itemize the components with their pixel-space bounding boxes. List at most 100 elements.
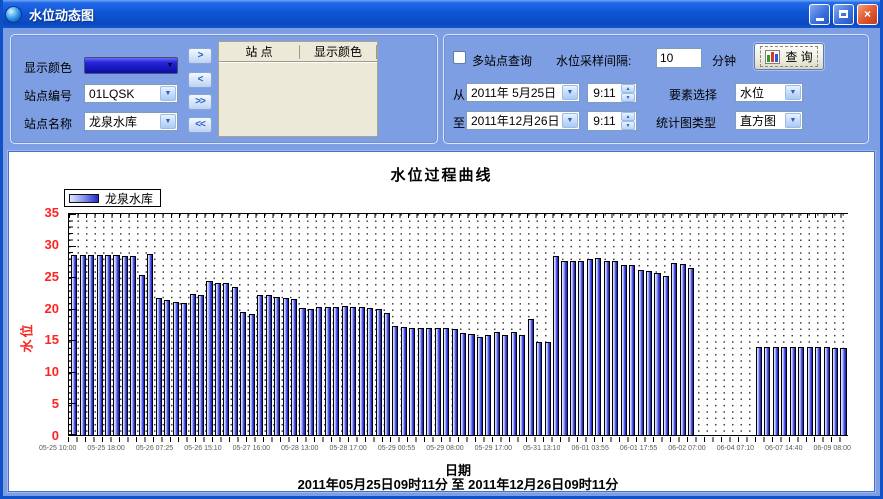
bar-slot [772,214,780,435]
bar-chart-icon [765,50,780,64]
to-date-picker[interactable]: 2011年12月26日 ▼ [466,111,580,130]
bar [198,295,204,435]
station-name-label: 站点名称 [24,115,72,132]
bar-slot [653,214,661,435]
y-major-tick [69,372,76,373]
bar-slot [95,214,103,435]
bar-slot [163,214,171,435]
remove-all-stations-button[interactable]: << [188,117,212,133]
bar-slot [425,214,433,435]
station-name-combo[interactable]: 龙泉水库 ▼ [84,112,178,131]
y-major-tick [69,340,76,341]
x-tick-label: 05-29 00:55 [378,445,415,452]
bar [147,254,153,435]
spin-up-icon[interactable]: ▲ [621,112,635,121]
bar [561,261,567,435]
station-column-header: 站 点 [219,43,299,60]
header-divider [376,45,377,59]
close-button[interactable]: × [857,4,878,25]
chevron-down-icon: ▼ [562,113,578,128]
chart-title: 水位过程曲线 [9,164,874,185]
from-date-picker[interactable]: 2011年 5月25日 ▼ [466,83,580,102]
station-id-combo[interactable]: 01LQSK ▼ [84,84,178,103]
color-column-header: 显示颜色 [300,43,376,60]
bar-slot [831,214,839,435]
remove-station-button[interactable]: < [188,72,212,88]
bar-slot [180,214,188,435]
spin-down-icon[interactable]: ▼ [621,93,635,102]
bar [798,347,804,435]
bar-slot [628,214,636,435]
minimize-button[interactable] [809,4,830,25]
bar-slot [197,214,205,435]
bar-slot [188,214,196,435]
bar-slot [400,214,408,435]
to-date-value: 2011年12月26日 [467,112,561,129]
x-tick-label: 05-27 16:00 [233,445,270,452]
bar-slot [476,214,484,435]
bar [477,337,483,435]
station-name-value: 龙泉水库 [85,113,159,130]
spin-up-icon[interactable]: ▲ [621,84,635,93]
bar [638,270,644,435]
bar-slot [264,214,272,435]
bar-slot [535,214,543,435]
bar-slot [746,214,754,435]
selected-stations-list[interactable]: 站 点 显示颜色 [218,41,378,137]
bar [528,319,534,435]
multi-station-checkbox[interactable] [453,51,466,64]
bar-slot [518,214,526,435]
maximize-button[interactable] [833,4,854,25]
add-all-stations-button[interactable]: >> [188,94,212,110]
query-button[interactable]: 查 询 [754,43,824,70]
spin-down-icon[interactable]: ▼ [621,121,635,130]
bar [266,295,272,435]
bar-slot [645,214,653,435]
bar-slot [560,214,568,435]
to-time-spinner[interactable]: 9:11 ▲ ▼ [587,111,637,131]
bar [308,309,314,435]
bar-slot [780,214,788,435]
bar-slot [467,214,475,435]
bar [790,347,796,435]
interval-input[interactable]: 10 [656,48,702,68]
bar [807,347,813,435]
bar-slot [341,214,349,435]
chart-type-value: 直方图 [736,112,784,129]
y-tick-label: 30 [31,237,59,253]
bar [299,308,305,435]
display-color-label: 显示颜色 [24,59,72,76]
from-time-value: 9:11 [588,86,621,100]
bar-slot [374,214,382,435]
chevron-down-icon: ▼ [562,85,578,100]
bar [756,347,762,435]
bar [249,314,255,435]
bar-slot [70,214,78,435]
bar [223,283,229,435]
bar [840,348,846,435]
element-combo[interactable]: 水位 ▼ [735,83,803,102]
titlebar[interactable]: 水位动态图 × [0,0,883,28]
to-time-value: 9:11 [588,114,621,128]
bar [257,295,263,435]
maximize-icon [839,10,848,18]
chart-type-combo[interactable]: 直方图 ▼ [735,111,803,130]
bar [392,326,398,435]
display-color-dropdown[interactable]: ▼ [84,57,178,74]
bar [384,313,390,435]
bar [215,283,221,435]
bar-slot [484,214,492,435]
y-axis-labels: 05101520253035 [33,213,61,436]
bar [604,261,610,435]
bar [536,342,542,435]
bar [367,308,373,435]
x-tick-label: 06-07 14:40 [765,445,802,452]
add-station-button[interactable]: > [188,48,212,64]
bar-slot [205,214,213,435]
y-tick-label: 10 [31,364,59,380]
bar [553,256,559,435]
from-time-spinner[interactable]: 9:11 ▲ ▼ [587,83,637,103]
x-tick-label: 06-02 07:00 [668,445,705,452]
x-axis-labels: 05-25 10:0005-25 18:0005-26 07:2505-26 1… [39,445,851,452]
x-tick-label: 06-01 17:55 [620,445,657,452]
